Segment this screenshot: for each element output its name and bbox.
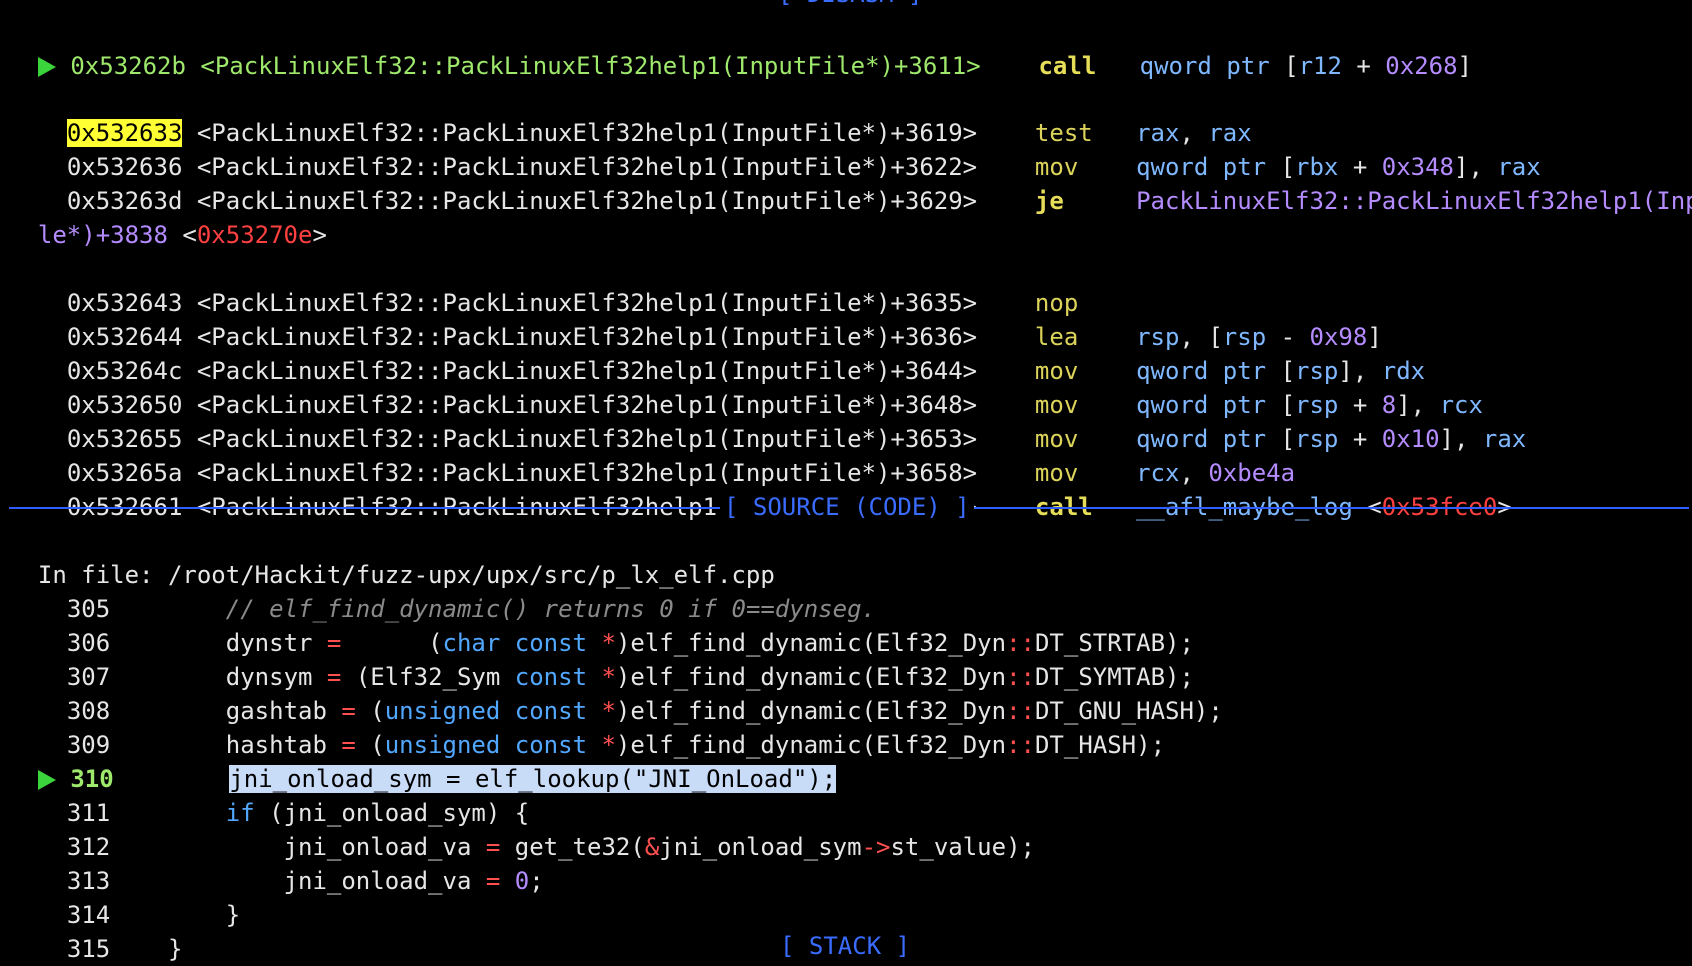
disasm-line[interactable]: 0x532650 <PackLinuxElf32::PackLinuxElf32…: [9, 354, 1483, 419]
instr-operand: qword ptr: [1139, 52, 1270, 80]
source-line[interactable]: 312 jni_onload_va = get_te32(&jni_onload…: [9, 796, 1035, 861]
instr-operand-bracket: ],: [1439, 425, 1483, 453]
disasm-line[interactable]: 0x532661 <PackLinuxElf32::PackLinuxElf32…: [9, 456, 1512, 521]
source-section-title: [ SOURCE (CODE) ]: [720, 490, 974, 524]
angle-bracket: <: [182, 221, 197, 249]
source-line[interactable]: 313 jni_onload_va = 0;: [9, 830, 544, 895]
instr-operand-bracket: ]: [1457, 52, 1472, 80]
disasm-line[interactable]: 0x532643 <PackLinuxElf32::PackLinuxElf32…: [9, 252, 1078, 317]
code-operator: &: [644, 833, 660, 861]
jump-target-symbol-continued: le*)+3838: [37, 221, 168, 249]
instr-operator: +: [1338, 425, 1382, 453]
disasm-line[interactable]: 0x53264c <PackLinuxElf32::PackLinuxElf32…: [9, 320, 1425, 385]
disasm-current-line[interactable]: 0x53262b <PackLinuxElf32::PackLinuxElf32…: [9, 15, 1472, 80]
code-text: }: [225, 901, 241, 929]
code-text: ;: [529, 867, 544, 895]
source-line[interactable]: 307 dynsym = (Elf32_Sym const *)elf_find…: [9, 626, 1194, 691]
angle-bracket: >: [312, 221, 327, 249]
instr-operand-bracket: [: [1284, 52, 1299, 80]
source-line[interactable]: 308 gashtab = (unsigned const *)elf_find…: [9, 660, 1223, 725]
code-operator: ::: [1006, 731, 1035, 759]
instr-immediate: 0x268: [1385, 52, 1458, 80]
disasm-line[interactable]: 0x532644 <PackLinuxElf32::PackLinuxElf32…: [9, 286, 1382, 351]
code-text: }: [167, 935, 183, 963]
instr-register: r12: [1298, 52, 1342, 80]
jump-target-symbol: PackLinuxElf32::PackLinuxElf32help1(Inpu…: [1136, 187, 1692, 215]
instr-address: 0x53262b: [70, 52, 186, 80]
stack-section-title: [ STACK ]: [780, 932, 911, 960]
line-number: 315: [66, 935, 111, 963]
code-operator: =: [485, 867, 501, 895]
instr-mnemonic: call: [1038, 52, 1097, 80]
code-operator: ->: [861, 833, 891, 861]
code-number: 0: [514, 867, 530, 895]
instr-register: rax: [1482, 425, 1527, 453]
source-line[interactable]: 309 hashtab = (unsigned const *)elf_find…: [9, 694, 1165, 759]
code-text: jni_onload_va: [283, 867, 486, 895]
source-line[interactable]: 314 }: [9, 864, 240, 929]
disasm-line[interactable]: 0x532655 <PackLinuxElf32::PackLinuxElf32…: [9, 388, 1526, 453]
source-current-line[interactable]: 310 jni_onload_sym = elf_lookup("JNI_OnL…: [9, 728, 837, 793]
code-text: DT_HASH);: [1034, 731, 1166, 759]
instr-mnemonic: je: [1034, 187, 1064, 215]
current-instruction-arrow-icon: [37, 57, 56, 77]
source-file-path: In file: /root/Hackit/fuzz-upx/upx/src/p…: [9, 524, 775, 589]
disasm-line[interactable]: 0x532633 <PackLinuxElf32::PackLinuxElf32…: [9, 82, 1252, 147]
source-line[interactable]: 315 }: [9, 898, 183, 963]
code-text: jni_onload_sym: [659, 833, 862, 861]
disasm-line[interactable]: 0x53263d <PackLinuxElf32::PackLinuxElf32…: [9, 150, 1692, 215]
instr-immediate: 0x10: [1381, 425, 1440, 453]
jump-target-address[interactable]: 0x53270e: [197, 221, 313, 249]
disasm-section-title: [ DISASM ]: [778, 0, 923, 8]
source-line[interactable]: 306 dynstr = (char const *)elf_find_dyna…: [9, 592, 1194, 657]
instr-operator: +: [1341, 52, 1386, 80]
disasm-line[interactable]: 0x53265a <PackLinuxElf32::PackLinuxElf32…: [9, 422, 1295, 487]
disasm-line[interactable]: 0x532636 <PackLinuxElf32::PackLinuxElf32…: [9, 116, 1541, 181]
disasm-line-wrap: le*)+3838 <0x53270e>: [9, 184, 327, 249]
code-text: st_value);: [890, 833, 1035, 861]
instr-register: rsp: [1295, 425, 1339, 453]
source-line[interactable]: 311 if (jni_onload_sym) {: [9, 762, 529, 827]
instr-symbol: <PackLinuxElf32::PackLinuxElf32help1(Inp…: [200, 52, 981, 80]
source-line[interactable]: 305 // elf_find_dynamic() returns 0 if 0…: [9, 558, 876, 623]
